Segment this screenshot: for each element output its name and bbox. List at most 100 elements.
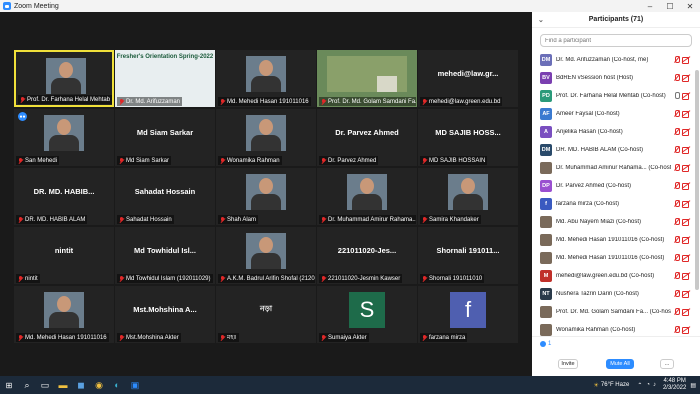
muted-mic-icon[interactable]	[674, 110, 680, 117]
muted-mic-icon[interactable]	[674, 254, 680, 261]
more-options-button[interactable]: ...	[660, 359, 674, 369]
participant-row[interactable]: f farzana mirza (Co-host)	[532, 195, 692, 213]
edge-icon[interactable]: ◐	[108, 376, 126, 394]
muted-mic-icon[interactable]	[674, 56, 680, 63]
status-indicator[interactable]: 1	[540, 341, 551, 347]
maximize-icon[interactable]: ☐	[660, 0, 680, 12]
video-tile[interactable]: mehedi@law.gr... mehedi@law.green.edu.bd	[418, 50, 518, 107]
video-off-icon[interactable]	[682, 273, 690, 280]
video-tile[interactable]: San Mehedi	[14, 109, 114, 166]
muted-mic-icon[interactable]	[674, 272, 680, 279]
participant-search-input[interactable]	[545, 37, 687, 44]
muted-mic-icon[interactable]	[674, 182, 680, 189]
participant-row[interactable]: A Anjelika Hasan (Co-host)	[532, 123, 692, 141]
store-icon[interactable]: ◼	[72, 376, 90, 394]
video-tile[interactable]: MD SAJIB HOSS... MD SAJIB HOSSAIN	[418, 109, 518, 166]
chrome-icon[interactable]: ◉	[90, 376, 108, 394]
video-off-icon[interactable]	[682, 57, 690, 64]
minimize-icon[interactable]: –	[640, 0, 660, 12]
muted-mic-icon[interactable]	[674, 128, 680, 135]
weather-icon[interactable]: ☀	[594, 382, 599, 389]
muted-mic-icon[interactable]	[674, 200, 680, 207]
participant-row[interactable]: DM Dr. Md. Arifuzzaman (Co-host, me)	[532, 51, 692, 69]
close-icon[interactable]: ✕	[680, 0, 700, 12]
video-off-icon[interactable]	[682, 183, 690, 190]
video-tile[interactable]: f farzana mirza	[418, 286, 518, 343]
volume-icon[interactable]: ♪	[653, 382, 656, 388]
muted-mic-icon[interactable]	[674, 236, 680, 243]
video-tile[interactable]: Md. Mehedi Hasan 191011016	[216, 50, 316, 107]
video-off-icon[interactable]	[682, 111, 690, 118]
weather-text[interactable]: 76°F Haze	[601, 382, 629, 388]
participant-search[interactable]	[540, 34, 692, 47]
muted-mic-icon[interactable]	[674, 164, 680, 171]
participant-row[interactable]: DM DR. MD. HABIB ALAM (Co-host)	[532, 141, 692, 159]
muted-mic-icon[interactable]	[674, 290, 680, 297]
video-off-icon[interactable]	[682, 219, 690, 226]
invite-button[interactable]: Invite	[558, 359, 578, 369]
clock[interactable]: 4:48 PM 2/3/2022	[663, 378, 686, 392]
video-off-icon[interactable]	[682, 291, 690, 298]
video-tile[interactable]: Wonamika Rahman	[216, 109, 316, 166]
video-off-icon[interactable]	[682, 309, 690, 316]
video-off-icon[interactable]	[682, 327, 690, 334]
participant-row[interactable]: PD Prof. Dr. Farhana Helal Mehtab (Co-hos…	[532, 87, 692, 105]
video-tile[interactable]: S Sumaiya Akter	[317, 286, 417, 343]
participant-row[interactable]: Md. Abu Nayem Miazi (Co-host)	[532, 213, 692, 231]
video-tile[interactable]: নড়া মহঃ	[216, 286, 316, 343]
participant-row[interactable]: AF Ameer Faysal (Co-host)	[532, 105, 692, 123]
zoom-taskbar-icon[interactable]: ▣	[126, 376, 144, 394]
muted-mic-icon[interactable]	[674, 326, 680, 333]
participant-row[interactable]: Md. Mehedi Hasan 191011016 (Co-host)	[532, 231, 692, 249]
video-off-icon[interactable]	[682, 129, 690, 136]
video-tile[interactable]: A.K.M. Badrul Arifin Shofal (2120...	[216, 227, 316, 284]
video-off-icon[interactable]	[682, 201, 690, 208]
name-label-text: Mst.Mohshina Akter	[126, 334, 179, 341]
participant-row[interactable]: Prof. Dr. Md. Golam Samdani Fa... (Co-ho…	[532, 303, 692, 321]
video-tile[interactable]: Prof. Dr. Farhana Helal Mehtab	[14, 50, 114, 107]
muted-mic-icon[interactable]	[674, 74, 680, 81]
participant-row[interactable]: DP Dr. Parvez Ahmed (Co-host)	[532, 177, 692, 195]
windows-start-icon[interactable]: ⊞	[0, 376, 18, 394]
participant-row[interactable]: BV BdREN vSession host (Host)	[532, 69, 692, 87]
search-icon[interactable]: ⌕	[18, 376, 36, 394]
network-icon[interactable]: ◔	[646, 382, 650, 388]
chevron-up-icon[interactable]: ⌃	[637, 382, 642, 389]
muted-mic-icon[interactable]	[674, 146, 680, 153]
video-tile[interactable]: nintit nintit	[14, 227, 114, 284]
pin-badge-icon[interactable]: ●●	[18, 112, 27, 121]
muted-mic-icon[interactable]	[674, 218, 680, 225]
video-off-icon[interactable]	[682, 93, 690, 100]
notification-icon[interactable]: ▤	[690, 382, 696, 389]
video-tile[interactable]: Prof. Dr. Md. Golam Samdani Fa...	[317, 50, 417, 107]
video-tile[interactable]: Mst.Mohshina A... Mst.Mohshina Akter	[115, 286, 215, 343]
video-off-icon[interactable]	[682, 75, 690, 82]
task-view-icon[interactable]: ▭	[36, 376, 54, 394]
participant-scrollbar[interactable]	[695, 70, 699, 290]
participant-row[interactable]: Dr. Muhammad Aminur Rahama... (Co-host)	[532, 159, 692, 177]
video-off-icon[interactable]	[682, 237, 690, 244]
participant-row[interactable]: Mmehedi@law.green.edu.bd (Co-host)	[532, 267, 692, 285]
participant-row[interactable]: NT Nushera Tazrin Darin (Co-host)	[532, 285, 692, 303]
mic-icon[interactable]	[674, 92, 680, 99]
video-tile[interactable]: Dr. Parvez Ahmed Dr. Parvez Ahmed	[317, 109, 417, 166]
video-off-icon[interactable]	[682, 255, 690, 262]
video-tile[interactable]: DR. MD. HABIB... DR. MD. HABIB ALAM	[14, 168, 114, 225]
video-tile[interactable]: 221011020-Jes... 221011020-Jesmin Kawser	[317, 227, 417, 284]
video-off-icon[interactable]	[682, 165, 690, 172]
file-explorer-icon[interactable]: ▬	[54, 376, 72, 394]
video-tile[interactable]: Md Siam Sarkar Md Siam Sarkar	[115, 109, 215, 166]
video-tile[interactable]: Md Towhidul Isl... Md Towhidul Islam (192…	[115, 227, 215, 284]
mute-all-button[interactable]: Mute All	[606, 359, 634, 369]
video-tile[interactable]: Md. Mehedi Hasan 191011016	[14, 286, 114, 343]
participant-row[interactable]: Md. Mehedi Hasan 191011016 (Co-host)	[532, 249, 692, 267]
video-tile[interactable]: Sahadat Hossain Sahadat Hossain	[115, 168, 215, 225]
video-tile[interactable]: Fresher's Orientation Spring-2022 Dr. Md.…	[115, 50, 215, 107]
video-off-icon[interactable]	[682, 147, 690, 154]
video-tile[interactable]: Shornali 191011... Shornali 191011010	[418, 227, 518, 284]
muted-mic-icon[interactable]	[674, 308, 680, 315]
video-tile[interactable]: Samira Khandaker	[418, 168, 518, 225]
chevron-down-icon[interactable]: ⌄	[538, 16, 544, 24]
video-tile[interactable]: Shah Alam	[216, 168, 316, 225]
video-tile[interactable]: Dr. Muhammad Amirur Rahama...	[317, 168, 417, 225]
